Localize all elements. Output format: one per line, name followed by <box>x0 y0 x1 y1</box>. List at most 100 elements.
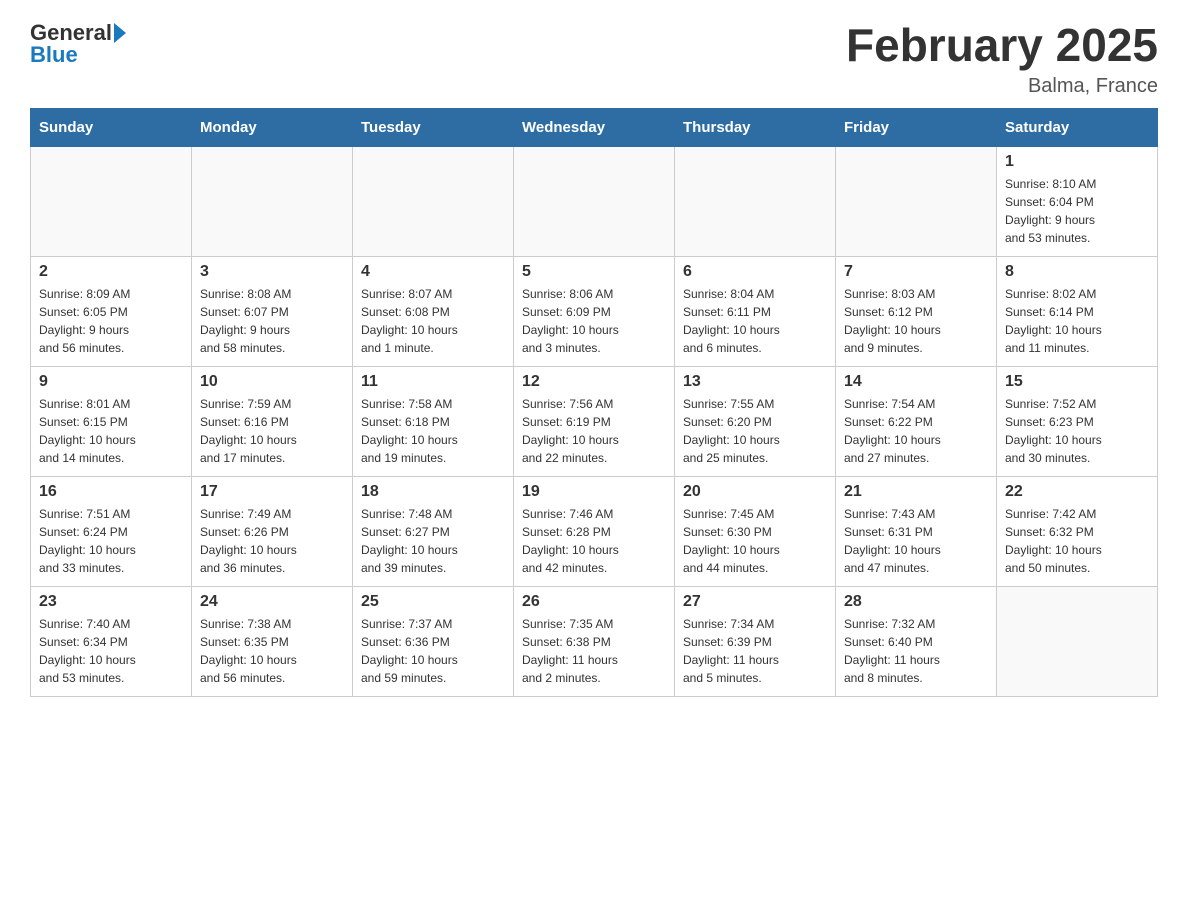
day-info: Sunrise: 7:38 AMSunset: 6:35 PMDaylight:… <box>200 615 344 687</box>
day-number: 10 <box>200 373 344 391</box>
calendar-cell: 17 Sunrise: 7:49 AMSunset: 6:26 PMDayligh… <box>192 476 353 586</box>
day-info: Sunrise: 7:43 AMSunset: 6:31 PMDaylight:… <box>844 505 988 577</box>
day-number: 13 <box>683 373 827 391</box>
day-number: 7 <box>844 263 988 281</box>
day-number: 11 <box>361 373 505 391</box>
calendar-cell: 21 Sunrise: 7:43 AMSunset: 6:31 PMDayligh… <box>836 476 997 586</box>
day-info: Sunrise: 7:45 AMSunset: 6:30 PMDaylight:… <box>683 505 827 577</box>
calendar-cell: 6 Sunrise: 8:04 AMSunset: 6:11 PMDaylight… <box>675 256 836 366</box>
calendar-cell <box>514 146 675 256</box>
day-info: Sunrise: 8:03 AMSunset: 6:12 PMDaylight:… <box>844 285 988 357</box>
day-info: Sunrise: 7:59 AMSunset: 6:16 PMDaylight:… <box>200 395 344 467</box>
day-number: 23 <box>39 593 183 611</box>
day-info: Sunrise: 7:37 AMSunset: 6:36 PMDaylight:… <box>361 615 505 687</box>
calendar-cell <box>353 146 514 256</box>
calendar-cell: 8Sunrise: 8:02 AMSunset: 6:14 PMDaylight… <box>997 256 1158 366</box>
weekday-header-monday: Monday <box>192 108 353 146</box>
weekday-header-wednesday: Wednesday <box>514 108 675 146</box>
day-info: Sunrise: 8:10 AMSunset: 6:04 PMDaylight:… <box>1005 175 1149 247</box>
logo-arrow-icon <box>114 23 126 43</box>
day-info: Sunrise: 7:54 AMSunset: 6:22 PMDaylight:… <box>844 395 988 467</box>
day-info: Sunrise: 7:42 AMSunset: 6:32 PMDaylight:… <box>1005 505 1149 577</box>
week-row-1: 1 Sunrise: 8:10 AMSunset: 6:04 PMDaylight… <box>31 146 1158 256</box>
day-info: Sunrise: 7:49 AMSunset: 6:26 PMDaylight:… <box>200 505 344 577</box>
day-number: 18 <box>361 483 505 501</box>
logo: General Blue <box>30 20 126 68</box>
calendar-cell: 18 Sunrise: 7:48 AMSunset: 6:27 PMDayligh… <box>353 476 514 586</box>
calendar-cell: 28Sunrise: 7:32 AMSunset: 6:40 PMDayligh… <box>836 586 997 696</box>
day-info: Sunrise: 7:48 AMSunset: 6:27 PMDaylight:… <box>361 505 505 577</box>
calendar-cell <box>836 146 997 256</box>
day-info: Sunrise: 8:04 AMSunset: 6:11 PMDaylight:… <box>683 285 827 357</box>
day-info: Sunrise: 7:46 AMSunset: 6:28 PMDaylight:… <box>522 505 666 577</box>
calendar-cell: 25 Sunrise: 7:37 AMSunset: 6:36 PMDayligh… <box>353 586 514 696</box>
day-number: 28 <box>844 593 988 611</box>
week-row-4: 16 Sunrise: 7:51 AMSunset: 6:24 PMDayligh… <box>31 476 1158 586</box>
day-info: Sunrise: 8:01 AMSunset: 6:15 PMDaylight:… <box>39 395 183 467</box>
day-info: Sunrise: 8:06 AMSunset: 6:09 PMDaylight:… <box>522 285 666 357</box>
weekday-header-tuesday: Tuesday <box>353 108 514 146</box>
weekday-header-thursday: Thursday <box>675 108 836 146</box>
day-number: 20 <box>683 483 827 501</box>
day-info: Sunrise: 7:40 AMSunset: 6:34 PMDaylight:… <box>39 615 183 687</box>
title-block: February 2025 Balma, France <box>846 20 1158 98</box>
weekday-header-friday: Friday <box>836 108 997 146</box>
day-number: 4 <box>361 263 505 281</box>
calendar-cell: 22 Sunrise: 7:42 AMSunset: 6:32 PMDayligh… <box>997 476 1158 586</box>
day-number: 25 <box>361 593 505 611</box>
day-number: 21 <box>844 483 988 501</box>
day-number: 12 <box>522 373 666 391</box>
day-info: Sunrise: 7:55 AMSunset: 6:20 PMDaylight:… <box>683 395 827 467</box>
calendar-cell: 9 Sunrise: 8:01 AMSunset: 6:15 PMDaylight… <box>31 366 192 476</box>
calendar-cell: 19 Sunrise: 7:46 AMSunset: 6:28 PMDayligh… <box>514 476 675 586</box>
week-row-3: 9 Sunrise: 8:01 AMSunset: 6:15 PMDaylight… <box>31 366 1158 476</box>
calendar-title: February 2025 <box>846 20 1158 71</box>
calendar-cell: 11 Sunrise: 7:58 AMSunset: 6:18 PMDayligh… <box>353 366 514 476</box>
calendar-cell: 23 Sunrise: 7:40 AMSunset: 6:34 PMDayligh… <box>31 586 192 696</box>
day-info: Sunrise: 8:09 AMSunset: 6:05 PMDaylight:… <box>39 285 183 357</box>
calendar-cell: 13 Sunrise: 7:55 AMSunset: 6:20 PMDayligh… <box>675 366 836 476</box>
day-number: 3 <box>200 263 344 281</box>
day-number: 24 <box>200 593 344 611</box>
calendar-cell: 2 Sunrise: 8:09 AMSunset: 6:05 PMDaylight… <box>31 256 192 366</box>
day-number: 22 <box>1005 483 1149 501</box>
calendar-cell: 3Sunrise: 8:08 AMSunset: 6:07 PMDaylight… <box>192 256 353 366</box>
day-number: 26 <box>522 593 666 611</box>
day-number: 6 <box>683 263 827 281</box>
calendar-cell: 15 Sunrise: 7:52 AMSunset: 6:23 PMDayligh… <box>997 366 1158 476</box>
day-number: 16 <box>39 483 183 501</box>
day-number: 14 <box>844 373 988 391</box>
calendar-cell <box>675 146 836 256</box>
calendar-cell: 24 Sunrise: 7:38 AMSunset: 6:35 PMDayligh… <box>192 586 353 696</box>
day-number: 1 <box>1005 153 1149 171</box>
calendar-cell: 27Sunrise: 7:34 AMSunset: 6:39 PMDayligh… <box>675 586 836 696</box>
calendar-table: SundayMondayTuesdayWednesdayThursdayFrid… <box>30 108 1158 697</box>
calendar-cell: 4 Sunrise: 8:07 AMSunset: 6:08 PMDaylight… <box>353 256 514 366</box>
day-number: 15 <box>1005 373 1149 391</box>
day-number: 19 <box>522 483 666 501</box>
day-info: Sunrise: 7:52 AMSunset: 6:23 PMDaylight:… <box>1005 395 1149 467</box>
calendar-cell <box>31 146 192 256</box>
day-number: 9 <box>39 373 183 391</box>
calendar-cell: 5Sunrise: 8:06 AMSunset: 6:09 PMDaylight… <box>514 256 675 366</box>
day-info: Sunrise: 7:58 AMSunset: 6:18 PMDaylight:… <box>361 395 505 467</box>
logo-blue-text: Blue <box>30 42 78 68</box>
weekday-header-row: SundayMondayTuesdayWednesdayThursdayFrid… <box>31 108 1158 146</box>
day-info: Sunrise: 8:07 AMSunset: 6:08 PMDaylight:… <box>361 285 505 357</box>
calendar-cell: 16 Sunrise: 7:51 AMSunset: 6:24 PMDayligh… <box>31 476 192 586</box>
calendar-cell: 7 Sunrise: 8:03 AMSunset: 6:12 PMDaylight… <box>836 256 997 366</box>
weekday-header-saturday: Saturday <box>997 108 1158 146</box>
day-info: Sunrise: 7:51 AMSunset: 6:24 PMDaylight:… <box>39 505 183 577</box>
day-info: Sunrise: 8:02 AMSunset: 6:14 PMDaylight:… <box>1005 285 1149 357</box>
location-label: Balma, France <box>846 75 1158 98</box>
calendar-cell <box>997 586 1158 696</box>
day-number: 2 <box>39 263 183 281</box>
week-row-5: 23 Sunrise: 7:40 AMSunset: 6:34 PMDayligh… <box>31 586 1158 696</box>
weekday-header-sunday: Sunday <box>31 108 192 146</box>
day-info: Sunrise: 7:35 AMSunset: 6:38 PMDaylight:… <box>522 615 666 687</box>
day-number: 27 <box>683 593 827 611</box>
day-info: Sunrise: 7:56 AMSunset: 6:19 PMDaylight:… <box>522 395 666 467</box>
calendar-cell: 20 Sunrise: 7:45 AMSunset: 6:30 PMDayligh… <box>675 476 836 586</box>
page-header: General Blue February 2025 Balma, France <box>30 20 1158 98</box>
day-number: 17 <box>200 483 344 501</box>
